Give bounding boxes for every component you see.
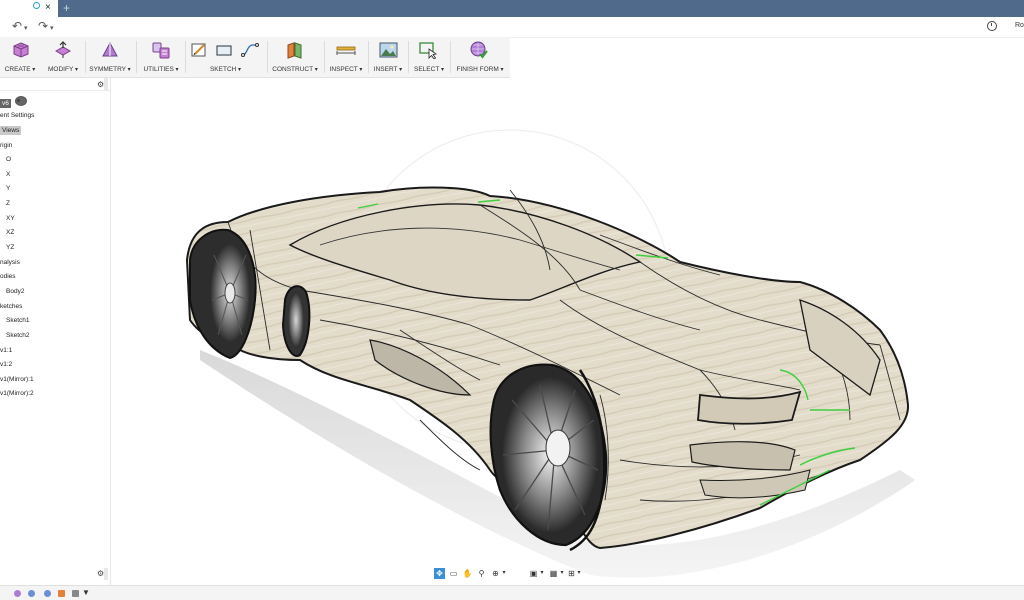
pan-icon[interactable]: ✋	[462, 568, 473, 579]
comments-panel-header: ⚙	[0, 568, 110, 580]
tree-item-body2[interactable]: Body2	[6, 286, 24, 297]
tree-item-sketch1[interactable]: Sketch1	[6, 315, 30, 326]
chevron-down-icon[interactable]: ▾	[500, 568, 508, 579]
insert-label: INSERT	[370, 66, 406, 73]
rectangle-icon	[216, 45, 232, 56]
document-tab[interactable]: ×	[0, 0, 58, 17]
tree-item-yz-plane[interactable]: YZ	[6, 242, 14, 253]
zoom-icon[interactable]: ⚲	[476, 568, 487, 579]
cube-icon	[13, 42, 29, 58]
select-menu[interactable]: SELECT	[410, 37, 448, 77]
panel-resize-handle[interactable]	[104, 78, 108, 90]
spline-icon	[241, 43, 259, 57]
unsaved-indicator-icon	[33, 2, 40, 9]
symmetry-icon	[102, 41, 118, 57]
create-sketch-icon	[191, 43, 206, 57]
redo-icon: ↷	[38, 19, 49, 33]
chevron-down-icon[interactable]: ▾	[538, 568, 546, 579]
separator	[136, 41, 137, 73]
sketch-menu[interactable]: SKETCH	[187, 37, 264, 77]
tree-item-v1-mirror-2[interactable]: v1(Mirror):2	[0, 388, 34, 399]
measure-icon	[336, 46, 356, 55]
tree-item-v1-2[interactable]: v1:2	[0, 359, 12, 370]
user-account[interactable]: Ro	[1015, 22, 1024, 29]
chevron-down-icon[interactable]: ▾	[558, 568, 566, 579]
ribbon-toolbar: CREATE MODIFY SYMMETRY UTILITIES	[0, 37, 510, 78]
sketch-label: SKETCH	[187, 66, 264, 73]
undo-button[interactable]: ↶ ▾	[12, 20, 28, 35]
tree-item-document[interactable]: v6	[0, 96, 27, 108]
tree-item-z-axis[interactable]: Z	[6, 198, 10, 209]
browser-panel: ⚙ v6 ent Settings Views rigin O X Y Z XY…	[0, 78, 111, 585]
front-left-wheel[interactable]	[281, 285, 311, 357]
redo-button[interactable]: ↷ ▾	[38, 20, 54, 35]
utilities-icon	[152, 42, 170, 59]
tree-item-analysis[interactable]: nalysis	[0, 257, 20, 268]
finish-form-label: FINISH FORM	[452, 66, 508, 73]
close-tab-icon[interactable]: ×	[45, 3, 51, 13]
separator	[324, 41, 325, 73]
separator	[450, 41, 451, 73]
timeline-bar: ▼	[0, 585, 1024, 600]
tree-item-xz-plane[interactable]: XZ	[6, 227, 14, 238]
utilities-label: UTILITIES	[140, 66, 182, 73]
create-menu[interactable]: CREATE	[0, 37, 40, 77]
tree-item-named-views[interactable]: Views	[0, 125, 22, 136]
select-label: SELECT	[410, 66, 448, 73]
navigation-bar: ✥ ▭ ✋ ⚲ ⊕ ▾ ▣ ▾ ▦ ▾ ⊞ ▾	[434, 567, 584, 581]
separator	[185, 41, 186, 73]
tree-item-settings[interactable]: ent Settings	[0, 110, 34, 121]
tree-item-y-axis[interactable]: Y	[6, 183, 10, 194]
modify-icon	[54, 41, 72, 58]
inspect-label: INSPECT	[326, 66, 366, 73]
browser-header: ⚙	[0, 78, 110, 91]
tree-item-bodies[interactable]: odies	[0, 271, 16, 282]
finish-form-button[interactable]: FINISH FORM	[452, 37, 508, 77]
tree-item-x-axis[interactable]: X	[6, 169, 10, 180]
job-status-clock-icon[interactable]	[987, 21, 997, 31]
activate-radio-icon[interactable]	[14, 96, 27, 106]
utilities-menu[interactable]: UTILITIES	[140, 37, 182, 77]
separator	[267, 41, 268, 73]
finish-form-icon	[470, 41, 488, 59]
symmetry-menu[interactable]: SYMMETRY	[87, 37, 133, 77]
undo-icon: ↶	[12, 19, 23, 33]
construct-label: CONSTRUCT	[269, 66, 321, 73]
quick-access-bar: ↶ ▾ ↷ ▾	[0, 17, 1024, 38]
orbit-icon[interactable]: ✥	[434, 568, 445, 579]
form-feature-icon[interactable]	[14, 590, 21, 597]
create-label: CREATE	[0, 66, 40, 73]
tree-item-origin[interactable]: rigin	[0, 140, 12, 151]
title-bar: × +	[0, 0, 1024, 17]
tree-item-v1-1[interactable]: v1:1	[0, 345, 12, 356]
inspect-menu[interactable]: INSPECT	[326, 37, 366, 77]
new-tab-button[interactable]: +	[63, 2, 70, 14]
construct-menu[interactable]: CONSTRUCT	[269, 37, 321, 77]
symmetry-label: SYMMETRY	[87, 66, 133, 73]
look-at-icon[interactable]: ▭	[448, 568, 459, 579]
timeline-marker-icon[interactable]: ▼	[82, 588, 90, 597]
rear-left-wheel[interactable]	[189, 228, 257, 360]
sketch-feature-icon[interactable]	[44, 590, 51, 597]
insert-menu[interactable]: INSERT	[370, 37, 406, 77]
plane-feature-icon[interactable]	[58, 590, 65, 597]
modify-label: MODIFY	[43, 66, 83, 73]
tree-item-origin-point[interactable]: O	[6, 154, 11, 165]
3d-viewport[interactable]	[111, 78, 1024, 585]
panel-resize-handle[interactable]	[104, 568, 108, 580]
plane-icon	[287, 42, 302, 59]
select-icon	[419, 42, 438, 59]
tree-item-v1-mirror-1[interactable]: v1(Mirror):1	[0, 374, 34, 385]
modify-menu[interactable]: MODIFY	[43, 37, 83, 77]
tree-item-sketch2[interactable]: Sketch2	[6, 330, 30, 341]
tree-item-sketches[interactable]: ketches	[0, 301, 22, 312]
sketch-feature-icon[interactable]	[28, 590, 35, 597]
separator	[85, 41, 86, 73]
separator	[408, 41, 409, 73]
feature-icon[interactable]	[72, 590, 79, 597]
tree-item-xy-plane[interactable]: XY	[6, 213, 15, 224]
separator	[368, 41, 369, 73]
chevron-down-icon[interactable]: ▾	[575, 568, 583, 579]
image-icon	[379, 42, 398, 58]
